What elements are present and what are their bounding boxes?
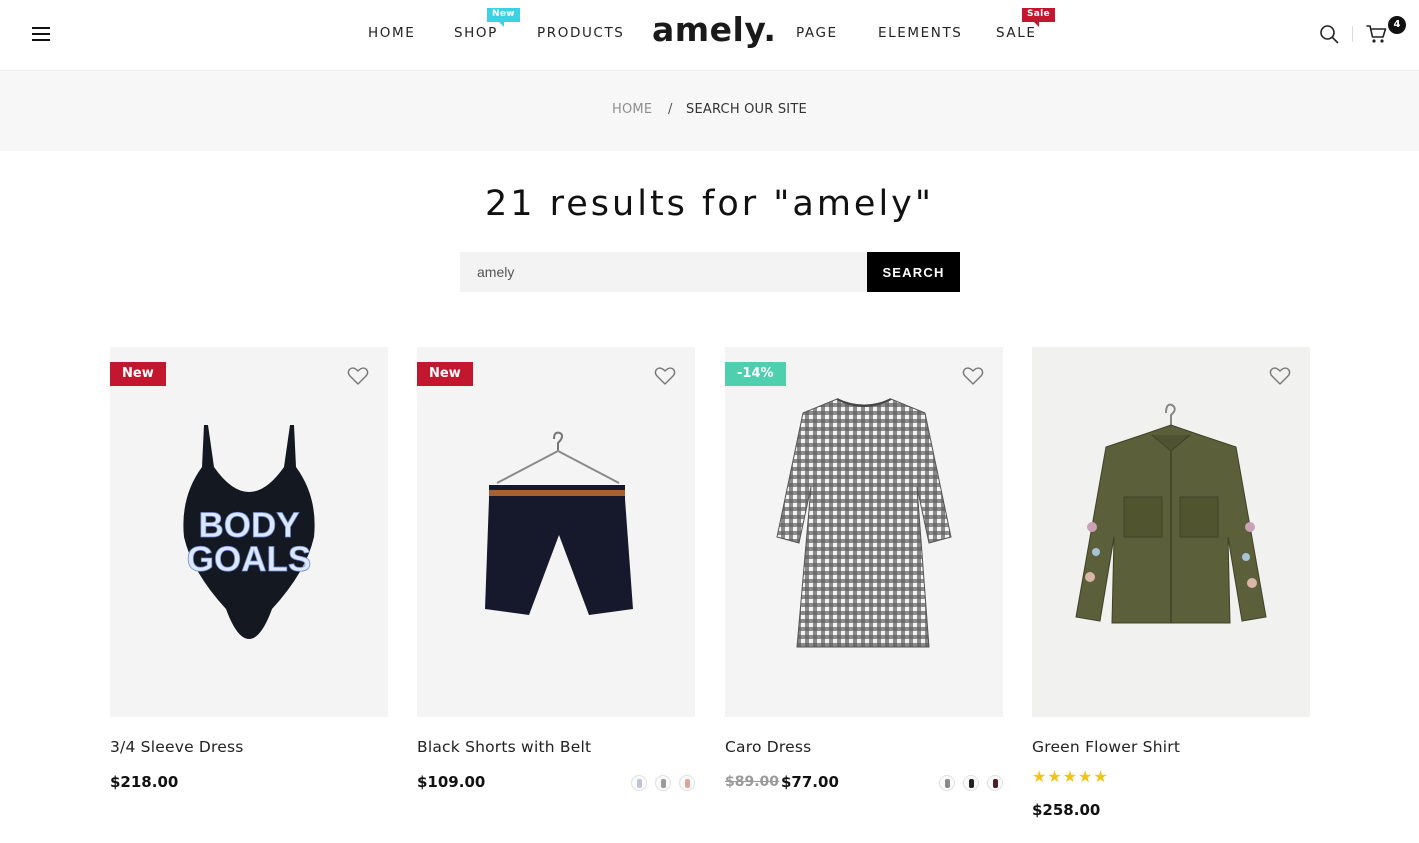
- new-tag: New: [110, 362, 166, 386]
- nav-products[interactable]: PRODUCTS: [537, 25, 624, 41]
- product-card: Green Flower Shirt ★★★★★ $258.00: [1032, 347, 1310, 827]
- discount-tag: -14%: [725, 362, 786, 386]
- product-image[interactable]: BODY GOALS New: [110, 347, 388, 717]
- search-input[interactable]: [460, 252, 867, 292]
- site-header: HOME SHOP New PRODUCTS amely. PAGE ELEME…: [0, 0, 1419, 71]
- product-image[interactable]: [1032, 347, 1310, 717]
- breadcrumb-home[interactable]: HOME: [612, 102, 652, 117]
- cart-icon[interactable]: [1366, 24, 1388, 44]
- product-card: -14% Caro Dress $89.00 $77.00: [725, 347, 1003, 827]
- breadcrumb-current: SEARCH OUR SITE: [686, 102, 807, 117]
- svg-text:GOALS: GOALS: [187, 540, 311, 579]
- product-name[interactable]: Black Shorts with Belt: [417, 738, 591, 756]
- bodysuit-image: BODY GOALS: [183, 425, 315, 639]
- product-name[interactable]: Caro Dress: [725, 738, 811, 756]
- new-badge: New: [487, 8, 520, 27]
- product-image[interactable]: New: [417, 347, 695, 717]
- dress-image: [776, 398, 952, 648]
- nav-elements[interactable]: ELEMENTS: [878, 25, 962, 41]
- heart-icon[interactable]: [654, 366, 676, 386]
- heart-icon[interactable]: [347, 366, 369, 386]
- shorts-image: [485, 431, 633, 615]
- product-price: $109.00: [417, 773, 486, 791]
- color-swatch[interactable]: [631, 775, 647, 791]
- header-divider: [1352, 26, 1353, 42]
- nav-page[interactable]: PAGE: [796, 25, 838, 41]
- cart-count-badge: 4: [1388, 16, 1406, 34]
- color-swatch[interactable]: [963, 775, 979, 791]
- menu-icon[interactable]: [32, 27, 50, 42]
- color-swatches: [623, 775, 695, 791]
- product-price: $218.00: [110, 773, 179, 791]
- product-card: New Black Shorts with Belt $109.00: [417, 347, 695, 827]
- product-price: $77.00: [781, 773, 839, 791]
- product-old-price: $89.00: [725, 774, 780, 790]
- search-button[interactable]: SEARCH: [867, 252, 960, 292]
- nav-shop[interactable]: SHOP: [454, 25, 498, 41]
- new-tag: New: [417, 362, 473, 386]
- product-name[interactable]: Green Flower Shirt: [1032, 738, 1180, 756]
- product-image[interactable]: -14%: [725, 347, 1003, 717]
- heart-icon[interactable]: [1269, 366, 1291, 386]
- jacket-image: [1075, 403, 1267, 624]
- color-swatches: [931, 775, 1003, 791]
- results-title: 21 results for "amely": [484, 184, 934, 224]
- product-name[interactable]: 3/4 Sleeve Dress: [110, 738, 244, 756]
- color-swatch[interactable]: [987, 775, 1003, 791]
- color-swatch[interactable]: [939, 775, 955, 791]
- nav-home[interactable]: HOME: [368, 25, 415, 41]
- color-swatch[interactable]: [655, 775, 671, 791]
- nav-sale[interactable]: SALE: [996, 25, 1037, 41]
- search-icon[interactable]: [1319, 24, 1339, 44]
- heart-icon[interactable]: [962, 366, 984, 386]
- product-card: BODY GOALS New 3/4 Sleeve Dress $218.00: [110, 347, 388, 827]
- breadcrumb-separator: /: [668, 102, 673, 117]
- breadcrumb: HOME / SEARCH OUR SITE: [0, 71, 1419, 151]
- product-price: $258.00: [1032, 801, 1101, 819]
- sale-badge: Sale: [1022, 8, 1055, 27]
- color-swatch[interactable]: [679, 775, 695, 791]
- logo[interactable]: amely.: [652, 10, 776, 49]
- rating-stars: ★★★★★: [1032, 767, 1109, 786]
